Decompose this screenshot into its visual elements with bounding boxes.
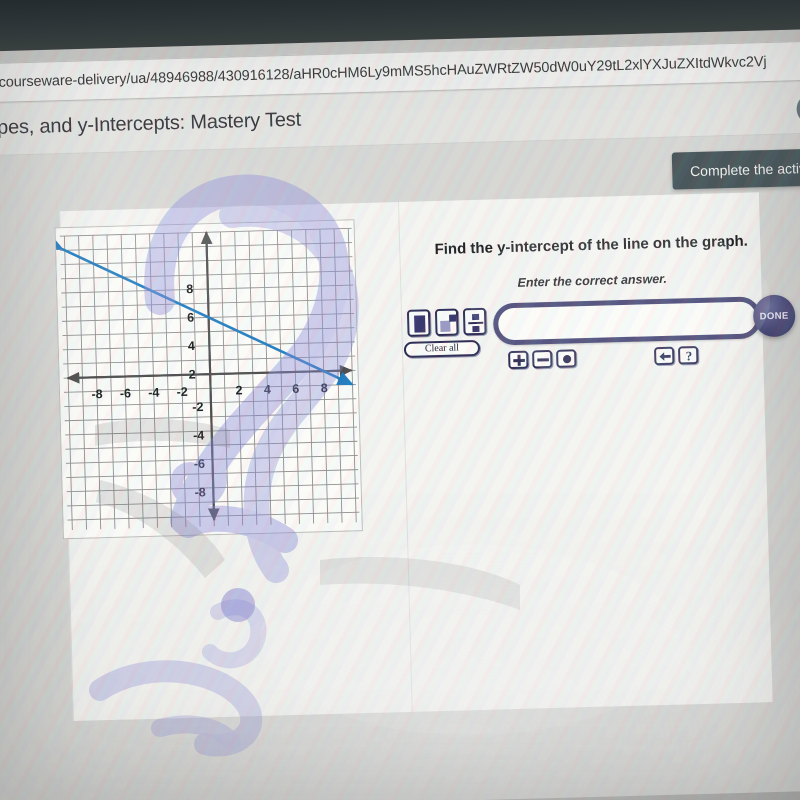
plus-icon (513, 354, 525, 366)
dot-icon (562, 355, 572, 364)
question-mark-icon: ? (686, 348, 693, 363)
minus-button[interactable] (532, 349, 553, 369)
photo-of-screen: + com/courseware-delivery/ua/48946988/43… (0, 0, 800, 800)
activity-content-card: 8 6 4 2 -2 -4 -6 -8 -8 -6 -4 -2 2 4 6 8 … (54, 192, 796, 722)
svg-text:6: 6 (292, 382, 299, 396)
back-arrow-icon (659, 352, 671, 361)
exponent-template-button[interactable] (434, 308, 459, 337)
avatar[interactable] (796, 93, 800, 125)
answer-input[interactable] (492, 296, 762, 346)
svg-text:-2: -2 (192, 400, 204, 414)
box-icon (414, 315, 426, 333)
svg-text:?: ? (686, 348, 693, 363)
backspace-button[interactable] (653, 346, 675, 366)
svg-text:8: 8 (321, 381, 328, 395)
fraction-numerator-icon (472, 313, 480, 321)
svg-text:2: 2 (235, 383, 242, 397)
exponent-base-icon (440, 320, 451, 332)
operator-button-row (508, 349, 577, 370)
page-title: Slopes, and y-Intercepts: Mastery Test (0, 108, 302, 140)
fraction-bar-icon (468, 321, 484, 325)
content-divider (397, 202, 413, 712)
coordinate-graph: 8 6 4 2 -2 -4 -6 -8 -8 -6 -4 -2 2 4 6 8 (54, 219, 363, 540)
activity-status-banner: Complete the activity to co (671, 147, 800, 190)
activity-status-banner-label: Complete the activity to co (689, 158, 800, 179)
exponent-superscript-icon (449, 314, 457, 322)
svg-text:4: 4 (188, 339, 195, 353)
svg-text:8: 8 (186, 282, 193, 296)
svg-text:-8: -8 (194, 485, 206, 499)
svg-text:-4: -4 (148, 386, 160, 400)
clear-all-button[interactable]: Clear all (403, 339, 481, 358)
question-subprompt: Enter the correct answer. (517, 271, 668, 290)
svg-text:2: 2 (188, 367, 195, 381)
minus-icon (537, 358, 549, 362)
plus-button[interactable] (508, 350, 529, 370)
svg-text:-4: -4 (193, 428, 205, 442)
box-template-button[interactable] (406, 309, 431, 337)
browser-window: + com/courseware-delivery/ua/48946988/43… (0, 0, 800, 800)
help-button[interactable]: ? (677, 345, 699, 365)
svg-text:4: 4 (264, 383, 271, 397)
math-template-palette (406, 307, 487, 337)
svg-text:-8: -8 (91, 387, 103, 401)
svg-text:-6: -6 (194, 457, 206, 471)
editor-nav-row: ? (653, 345, 699, 366)
svg-text:-6: -6 (120, 386, 132, 400)
decimal-point-button[interactable] (556, 349, 577, 368)
graph-svg: 8 6 4 2 -2 -4 -6 -8 -8 -6 -4 -2 2 4 6 8 (55, 220, 362, 539)
svg-text:6: 6 (187, 311, 194, 325)
question-prompt: Find the y-intercept of the line on the … (434, 232, 749, 259)
fraction-denominator-icon (472, 325, 480, 333)
done-button[interactable]: DONE (752, 294, 796, 338)
fraction-template-button[interactable] (462, 307, 487, 336)
svg-text:-2: -2 (176, 385, 188, 399)
